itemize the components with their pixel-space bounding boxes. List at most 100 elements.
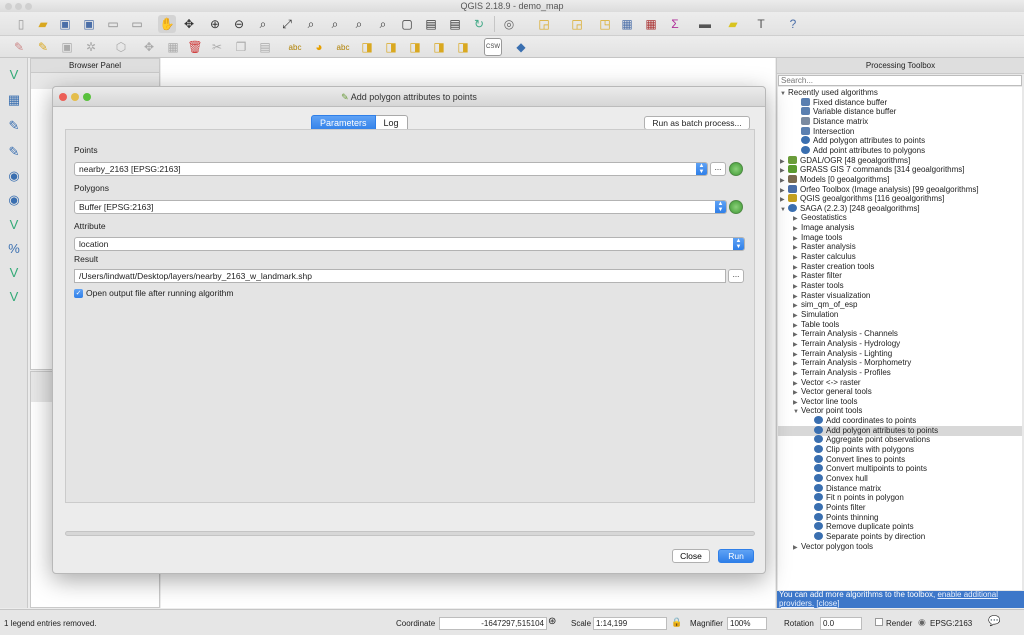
attribute-combo[interactable]: location ▲ ▼ [74,237,745,251]
open-output-option[interactable]: ✓ Open output file after running algorit… [74,288,233,298]
toolbox-item[interactable]: ▼ Vector point tools [793,406,862,416]
pan-icon[interactable]: ✋ [158,15,176,33]
statistics-icon[interactable]: Σ [666,15,684,33]
add-feature-icon[interactable]: ✲ [82,38,100,56]
select-features-icon[interactable]: ◲ [535,15,553,33]
move-feature-icon[interactable]: ⬡ [112,38,130,56]
deselect-icon[interactable]: ◳ [596,15,614,33]
toolbox-item[interactable]: ▼ Recently used algorithms [780,88,878,98]
close-button[interactable]: Close [672,549,710,563]
run-batch-button[interactable]: Run as batch process... [644,116,750,130]
zoom-native-icon[interactable]: ⌕ [254,15,272,33]
cut-icon[interactable]: ✂ [208,38,226,56]
toolbox-item[interactable]: ▶ Geostatistics [793,213,847,223]
enable-providers-link[interactable]: enable additional [937,590,998,599]
crs-icon[interactable]: ◉ [918,617,926,628]
rotate-label-icon[interactable]: ◨ [430,38,448,56]
collapsed-arrow-icon[interactable]: ▶ [793,543,801,553]
label-highlight-icon[interactable]: abc [334,38,352,56]
pan-to-selection-icon[interactable]: ✥ [180,15,198,33]
crs-value[interactable]: EPSG:2163 [930,619,972,628]
new-project-icon[interactable]: ▯ [12,15,30,33]
close-footer-link[interactable]: [close] [816,599,839,608]
zoom-to-selection-icon[interactable]: ⌕ [302,15,320,33]
messages-icon[interactable]: 💬 [988,616,1000,627]
save-project-icon[interactable]: ▣ [56,15,74,33]
toolbox-item[interactable]: ▶ Terrain Analysis - Morphometry [793,358,911,368]
select-by-expression-icon[interactable]: ◲ [568,15,586,33]
toolbox-item[interactable]: ▶ Raster creation tools [793,262,874,272]
points-browse-button[interactable]: ... [710,162,726,176]
add-spatialite-layer-icon[interactable]: ✎ [4,142,24,162]
toolbox-item[interactable]: ▶ GDAL/OGR [48 geoalgorithms] [780,155,910,166]
save-edits-icon[interactable]: ▣ [58,38,76,56]
toolbox-item[interactable]: Add point attributes to polygons [793,145,925,156]
expanded-arrow-icon[interactable]: ▼ [780,205,788,215]
extents-toggle-icon[interactable]: ⊛ [548,616,556,627]
toolbox-item[interactable]: Convex hull [806,474,868,484]
toolbox-item[interactable]: Remove duplicate points [806,522,914,532]
add-wms-layer-icon[interactable]: ◉ [4,166,24,186]
pin-labels-icon[interactable]: ◨ [358,38,376,56]
add-delimited-text-icon[interactable]: % [4,238,24,258]
composer-manager-icon[interactable]: ▭ [128,15,146,33]
current-edits-icon[interactable]: ✎ [10,38,28,56]
open-project-icon[interactable]: ▰ [34,15,52,33]
toolbox-item[interactable]: ▶ QGIS geoalgorithms [116 geoalgorithms] [780,194,944,204]
add-virtual-layer-icon[interactable]: V [4,262,24,282]
coordinate-field[interactable]: -1647297,515104 [439,617,547,630]
toolbox-item[interactable]: Add coordinates to points [806,416,916,426]
toolbox-item[interactable]: Intersection [793,126,854,137]
add-raster-layer-icon[interactable]: ▦ [4,90,24,110]
toolbox-item[interactable]: Fit n points in polygon [806,493,904,503]
toolbox-item[interactable]: Convert lines to points [806,454,905,465]
toolbox-item[interactable]: ▶ Orfeo Toolbox (Image analysis) [99 geoa… [780,184,979,195]
toolbox-item[interactable]: ▼ SAGA (2.2.3) [248 geoalgorithms] [780,203,920,215]
text-annotation-icon[interactable]: T [752,15,770,33]
toolbox-item[interactable]: Separate points by direction [806,531,925,542]
toolbox-item[interactable]: Clip points with polygons [806,445,914,455]
toolbox-item[interactable]: Distance matrix [793,116,868,127]
trash-icon[interactable]: 🗑 [186,38,204,56]
add-wfs-layer-icon[interactable]: V [4,214,24,234]
attribute-table-icon[interactable]: ▦ [618,15,636,33]
zoom-to-layer-icon[interactable]: ⌕ [326,15,344,33]
zoom-in-icon[interactable]: ⊕ [206,15,224,33]
toolbox-item[interactable]: ▶ GRASS GIS 7 commands [314 geoalgorithms… [780,165,965,175]
save-as-icon[interactable]: ▣ [80,15,98,33]
toolbox-tree[interactable]: ▼ Recently used algorithms Fixed distance … [778,87,1022,590]
open-output-checkbox[interactable]: ✓ [74,288,83,298]
toolbox-item[interactable]: ▶ Raster calculus [793,252,856,262]
lock-scale-icon[interactable]: 🔒 [671,617,682,628]
zoom-last-icon[interactable]: ⌕ [350,15,368,33]
csw-icon[interactable]: CSW [484,38,502,56]
layer-labeling-icon[interactable]: ◕ [310,38,328,56]
toolbox-item[interactable]: Distance matrix [806,483,881,494]
copy-icon[interactable]: ❐ [232,38,250,56]
delete-selected-icon[interactable]: ▦ [164,38,182,56]
run-button[interactable]: Run [718,549,754,563]
toolbox-item[interactable]: ▶ Vector <-> raster [793,378,861,388]
polygons-iterate-icon[interactable] [729,200,743,214]
render-checkbox[interactable] [875,618,883,626]
show-bookmarks-icon[interactable]: ▤ [446,15,464,33]
show-hide-labels-icon[interactable]: ◨ [382,38,400,56]
dialog-close-button[interactable] [59,93,67,101]
toolbox-item[interactable]: ▶ Raster analysis [793,242,856,252]
toolbox-item[interactable]: ▶ Simulation [793,310,838,320]
points-combo[interactable]: nearby_2163 [EPSG:2163] ▲ ▼ [74,162,708,176]
rotation-field[interactable]: 0.0 [820,617,862,630]
polygons-combo[interactable]: Buffer [EPSG:2163] ▲ ▼ [74,200,727,214]
toolbox-item[interactable]: ▶ sim_qm_of_esp [793,300,857,310]
toggle-editing-icon[interactable]: ✎ [34,38,52,56]
toolbox-item[interactable]: Variable distance buffer [793,107,896,117]
add-postgis-layer-icon[interactable]: ✎ [4,116,24,136]
toolbox-item[interactable]: ▶ Table tools [793,320,839,330]
map-tips-icon[interactable]: ▰ [724,15,742,33]
toolbox-item[interactable]: ▶ Models [0 geoalgorithms] [780,174,889,185]
zoom-next-icon[interactable]: ⌕ [374,15,392,33]
toolbox-item[interactable]: ▶ Terrain Analysis - Lighting [793,349,892,359]
toolbox-item[interactable]: Points thinning [806,512,878,523]
expanded-arrow-icon[interactable]: ▼ [780,89,788,99]
toolbox-item[interactable]: ▶ Raster filter [793,271,842,281]
